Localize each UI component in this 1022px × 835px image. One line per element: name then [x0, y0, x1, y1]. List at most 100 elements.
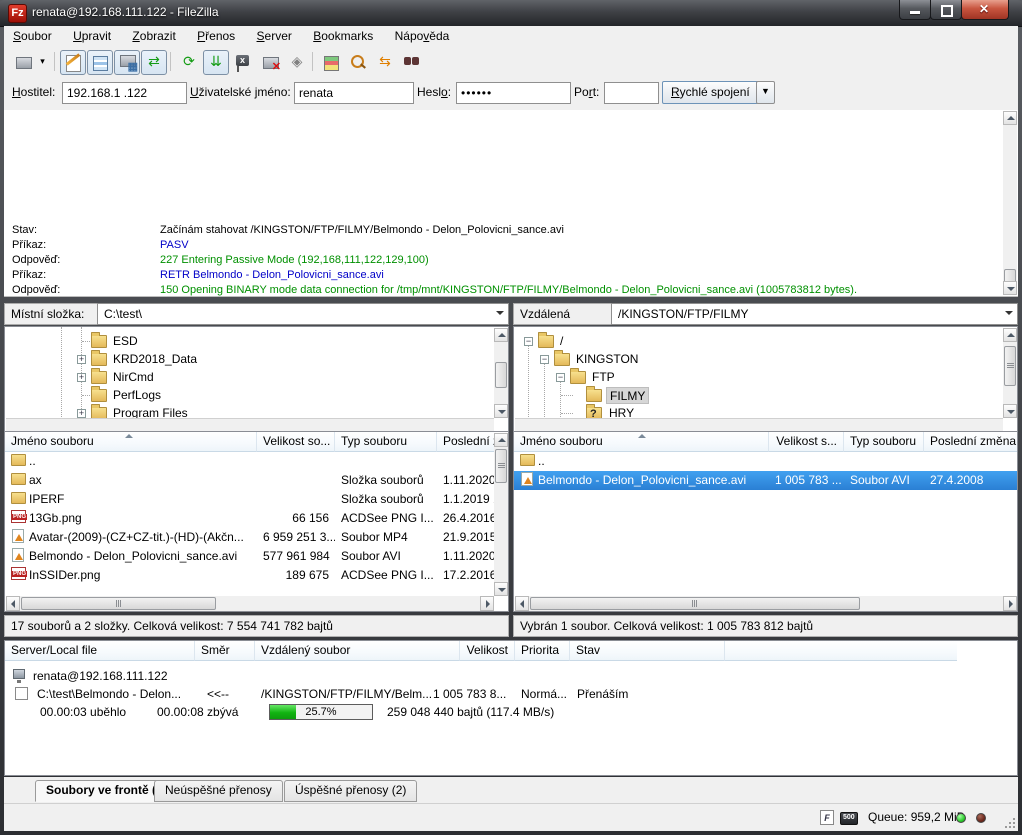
file-row[interactable]: Belmondo - Delon_Polovicni_sance.avi 577…	[5, 547, 494, 566]
toggle-remote-tree-button[interactable]: ▦	[114, 50, 140, 75]
queue-header-priority[interactable]: Priorita	[515, 641, 570, 661]
tree-item-krd2018-data[interactable]: +KRD2018_Data	[5, 351, 475, 368]
remote-tree-scrollbar[interactable]	[1003, 328, 1017, 418]
find-button[interactable]	[399, 50, 425, 75]
scroll-thumb[interactable]	[530, 597, 860, 610]
scroll-down-button[interactable]	[1003, 281, 1017, 295]
scroll-right-button[interactable]	[1003, 596, 1017, 611]
menu-soubor[interactable]: Soubor	[4, 26, 61, 47]
menu-zobrazit[interactable]: Zobrazit	[123, 26, 184, 47]
local-list-vscrollbar[interactable]	[494, 433, 508, 596]
expand-plus-icon[interactable]: +	[77, 373, 86, 382]
remote-list-hscrollbar[interactable]	[515, 596, 1017, 611]
column-header-size[interactable]: Velikost s...	[769, 432, 844, 452]
queue-header-size[interactable]: Velikost	[460, 641, 515, 661]
scroll-down-button[interactable]	[494, 404, 508, 418]
site-manager-dropdown[interactable]: ▾	[35, 50, 50, 75]
column-header-name[interactable]: Jméno souboru	[514, 432, 769, 452]
filter-button[interactable]	[318, 50, 344, 75]
menu-napoveda[interactable]: Nápověda	[386, 26, 459, 47]
column-header-type[interactable]: Typ souboru	[844, 432, 924, 452]
queue-header-status[interactable]: Stav	[570, 641, 725, 661]
tree-item-perflogs[interactable]: PerfLogs	[5, 387, 475, 404]
quickconnect-dropdown[interactable]: ▼	[756, 81, 775, 104]
scroll-up-button[interactable]	[494, 328, 508, 342]
refresh-button[interactable]: ⟳	[176, 50, 202, 75]
remote-folder-combobox[interactable]: /KINGSTON/FTP/FILMY	[611, 303, 1018, 325]
local-folder-combobox[interactable]: C:\test\	[97, 303, 509, 325]
file-row[interactable]: IPERF Složka souborů1.1.2019 15	[5, 490, 494, 509]
file-row[interactable]: 13Gb.png 66 156ACDSee PNG I...26.4.2016 …	[5, 509, 494, 528]
toggle-queue-button[interactable]: ⇄	[141, 50, 167, 75]
menu-upravit[interactable]: Upravit	[64, 26, 120, 47]
column-header-size[interactable]: Velikost so...	[257, 432, 335, 452]
collapse-minus-icon[interactable]: −	[556, 373, 565, 382]
file-row[interactable]: ax Složka souborů1.11.2020 1	[5, 471, 494, 490]
collapse-minus-icon[interactable]: −	[540, 355, 549, 364]
queue-server-row[interactable]: renata@192.168.111.122	[5, 667, 1017, 685]
queue-header-remote[interactable]: Vzdálený soubor	[255, 641, 460, 661]
scroll-down-button[interactable]	[1003, 404, 1017, 418]
port-input[interactable]	[604, 82, 659, 104]
collapse-minus-icon[interactable]: −	[524, 337, 533, 346]
file-row-selected[interactable]: Belmondo - Delon_Polovicni_sance.avi 1 0…	[514, 471, 1017, 490]
queue-header-direction[interactable]: Směr	[195, 641, 255, 661]
scroll-up-button[interactable]	[494, 433, 508, 447]
tree-item-filmy[interactable]: FILMY	[514, 387, 984, 404]
file-row[interactable]: InSSIDer.png 189 675ACDSee PNG I...17.2.…	[5, 566, 494, 585]
menu-prenos[interactable]: Přenos	[188, 26, 244, 47]
speedlimit-badge[interactable]: 500	[840, 812, 858, 825]
tree-item-root[interactable]: −/	[514, 333, 984, 350]
quickconnect-button[interactable]: Rychlé spojení	[662, 81, 759, 104]
reconnect-button[interactable]: ◈	[284, 50, 310, 75]
scroll-down-button[interactable]	[494, 582, 508, 596]
scroll-thumb[interactable]	[495, 449, 507, 483]
password-input[interactable]	[456, 82, 571, 104]
column-header-type[interactable]: Typ souboru	[335, 432, 437, 452]
local-list-hscrollbar[interactable]	[6, 596, 494, 611]
tab-successful-transfers[interactable]: Úspěšné přenosy (2)	[284, 780, 417, 802]
scroll-right-button[interactable]	[480, 596, 494, 611]
expand-plus-icon[interactable]: +	[77, 355, 86, 364]
file-row[interactable]: Avatar-(2009)-(CZ+CZ-tit.)-(HD)-(Akčn...…	[5, 528, 494, 547]
directory-comparison-button[interactable]	[345, 50, 371, 75]
column-header-modified[interactable]: Poslední z	[437, 432, 494, 452]
local-tree-scrollbar[interactable]	[494, 328, 508, 418]
filezilla-status-icon[interactable]: F	[820, 810, 834, 825]
file-row[interactable]: ..	[514, 452, 1017, 471]
toggle-log-button[interactable]	[60, 50, 86, 75]
restore-button[interactable]	[930, 0, 962, 20]
tree-item-kingston[interactable]: −KINGSTON	[514, 351, 984, 368]
queue-header-server-local[interactable]: Server/Local file	[5, 641, 195, 661]
process-queue-button[interactable]: ⇊	[203, 50, 229, 75]
close-button[interactable]: ✕	[961, 0, 1009, 20]
remote-tree-hscrollbar[interactable]	[515, 418, 1003, 432]
queue-transfer-row[interactable]: C:\test\Belmondo - Delon... <<-- /KINGST…	[5, 685, 1017, 703]
log-scrollbar[interactable]	[1003, 111, 1017, 295]
transfer-checkbox[interactable]	[15, 687, 28, 700]
title-bar[interactable]: Fz renata@192.168.111.122 - FileZilla ✕	[0, 0, 1022, 27]
minimize-button[interactable]	[899, 0, 931, 20]
column-header-name[interactable]: Jméno souboru	[5, 432, 257, 452]
scroll-left-button[interactable]	[515, 596, 529, 611]
username-input[interactable]	[294, 82, 414, 104]
resize-grip[interactable]	[1003, 816, 1015, 828]
scroll-up-button[interactable]	[1003, 111, 1017, 125]
toggle-local-tree-button[interactable]	[87, 50, 113, 75]
menu-bookmarks[interactable]: Bookmarks	[304, 26, 382, 47]
scroll-thumb[interactable]	[495, 362, 507, 388]
synchronized-browsing-button[interactable]: ⇆	[372, 50, 398, 75]
menu-server[interactable]: Server	[248, 26, 301, 47]
tree-item-ftp[interactable]: −FTP	[514, 369, 984, 386]
scroll-up-button[interactable]	[1003, 328, 1017, 342]
column-header-modified[interactable]: Poslední změna	[924, 432, 1017, 452]
tree-item-nircmd[interactable]: +NirCmd	[5, 369, 475, 386]
disconnect-button[interactable]: ✕	[257, 50, 283, 75]
site-manager-button[interactable]	[10, 50, 36, 75]
scroll-thumb[interactable]	[21, 597, 216, 610]
local-tree-hscrollbar[interactable]	[6, 418, 494, 432]
expand-plus-icon[interactable]: +	[77, 409, 86, 418]
file-row[interactable]: ..	[5, 452, 494, 471]
scroll-left-button[interactable]	[6, 596, 20, 611]
tree-item-esd[interactable]: ESD	[5, 333, 475, 350]
